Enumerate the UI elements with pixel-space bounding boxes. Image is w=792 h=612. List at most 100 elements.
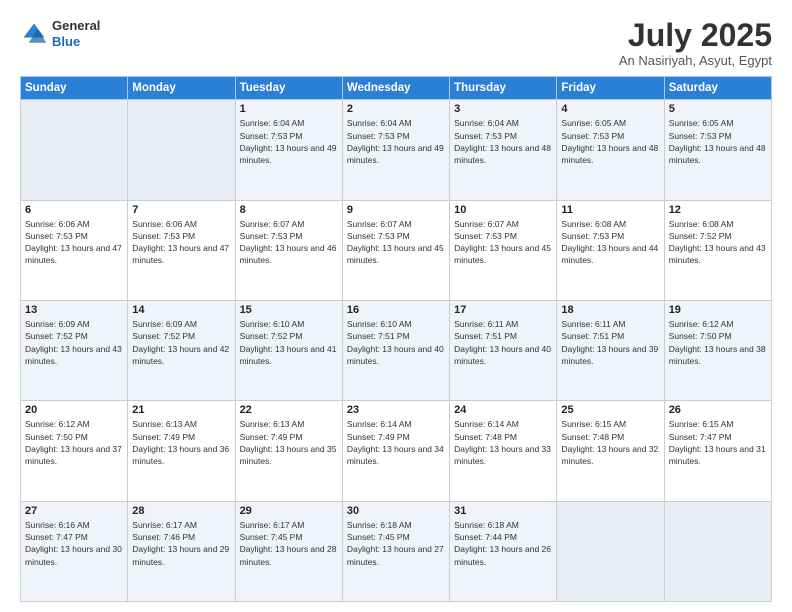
day-number: 3 bbox=[454, 103, 552, 115]
calendar-week-row: 1 Sunrise: 6:04 AMSunset: 7:53 PMDaylight… bbox=[21, 100, 772, 200]
calendar-day-cell: 20 Sunrise: 6:12 AMSunset: 7:50 PMDayligh… bbox=[21, 401, 128, 501]
calendar-day-cell: 4Sunrise: 6:05 AMSunset: 7:53 PMDaylight… bbox=[557, 100, 664, 200]
calendar-day-cell bbox=[21, 100, 128, 200]
calendar-day-cell: 31 Sunrise: 6:18 AMSunset: 7:44 PMDayligh… bbox=[450, 501, 557, 601]
header: General Blue July 2025 An Nasiriyah, Asy… bbox=[20, 18, 772, 68]
calendar-day-cell: 22 Sunrise: 6:13 AMSunset: 7:49 PMDayligh… bbox=[235, 401, 342, 501]
logo-icon bbox=[20, 20, 48, 48]
day-info: Sunrise: 6:08 AMSunset: 7:52 PMDaylight:… bbox=[669, 218, 767, 267]
day-number: 10 bbox=[454, 204, 552, 216]
calendar-week-row: 27 Sunrise: 6:16 AMSunset: 7:47 PMDayligh… bbox=[21, 501, 772, 601]
day-number: 2 bbox=[347, 103, 445, 115]
calendar-day-cell: 11 Sunrise: 6:08 AMSunset: 7:53 PMDayligh… bbox=[557, 200, 664, 300]
calendar-day-cell: 21 Sunrise: 6:13 AMSunset: 7:49 PMDayligh… bbox=[128, 401, 235, 501]
calendar-day-cell: 3 Sunrise: 6:04 AMSunset: 7:53 PMDaylight… bbox=[450, 100, 557, 200]
calendar-day-cell: 24Sunrise: 6:14 AMSunset: 7:48 PMDayligh… bbox=[450, 401, 557, 501]
weekday-header-cell: Monday bbox=[128, 77, 235, 100]
day-number: 20 bbox=[25, 404, 123, 416]
calendar-day-cell: 13 Sunrise: 6:09 AMSunset: 7:52 PMDayligh… bbox=[21, 300, 128, 400]
day-info: Sunrise: 6:11 AMSunset: 7:51 PMDaylight:… bbox=[561, 318, 659, 367]
day-number: 9 bbox=[347, 204, 445, 216]
day-number: 16 bbox=[347, 304, 445, 316]
logo-text: General Blue bbox=[52, 18, 100, 49]
calendar-week-row: 13 Sunrise: 6:09 AMSunset: 7:52 PMDayligh… bbox=[21, 300, 772, 400]
location-subtitle: An Nasiriyah, Asyut, Egypt bbox=[619, 53, 772, 68]
page: General Blue July 2025 An Nasiriyah, Asy… bbox=[0, 0, 792, 612]
day-number: 13 bbox=[25, 304, 123, 316]
weekday-header-cell: Friday bbox=[557, 77, 664, 100]
calendar-day-cell: 8Sunrise: 6:07 AMSunset: 7:53 PMDaylight… bbox=[235, 200, 342, 300]
day-info: Sunrise: 6:15 AMSunset: 7:48 PMDaylight:… bbox=[561, 418, 659, 467]
day-number: 21 bbox=[132, 404, 230, 416]
calendar-day-cell: 30Sunrise: 6:18 AMSunset: 7:45 PMDayligh… bbox=[342, 501, 449, 601]
calendar-day-cell: 5 Sunrise: 6:05 AMSunset: 7:53 PMDaylight… bbox=[664, 100, 771, 200]
calendar-day-cell: 10Sunrise: 6:07 AMSunset: 7:53 PMDayligh… bbox=[450, 200, 557, 300]
day-info: Sunrise: 6:04 AMSunset: 7:53 PMDaylight:… bbox=[347, 117, 445, 166]
weekday-header-cell: Wednesday bbox=[342, 77, 449, 100]
day-number: 12 bbox=[669, 204, 767, 216]
day-number: 25 bbox=[561, 404, 659, 416]
day-info: Sunrise: 6:16 AMSunset: 7:47 PMDaylight:… bbox=[25, 519, 123, 568]
day-info: Sunrise: 6:07 AMSunset: 7:53 PMDaylight:… bbox=[347, 218, 445, 267]
day-info: Sunrise: 6:08 AMSunset: 7:53 PMDaylight:… bbox=[561, 218, 659, 267]
calendar-table: SundayMondayTuesdayWednesdayThursdayFrid… bbox=[20, 76, 772, 602]
day-number: 29 bbox=[240, 505, 338, 517]
calendar-day-cell: 26Sunrise: 6:15 AMSunset: 7:47 PMDayligh… bbox=[664, 401, 771, 501]
calendar-day-cell: 27 Sunrise: 6:16 AMSunset: 7:47 PMDayligh… bbox=[21, 501, 128, 601]
day-number: 23 bbox=[347, 404, 445, 416]
logo: General Blue bbox=[20, 18, 100, 49]
calendar-day-cell: 15 Sunrise: 6:10 AMSunset: 7:52 PMDayligh… bbox=[235, 300, 342, 400]
weekday-header-cell: Thursday bbox=[450, 77, 557, 100]
weekday-header-cell: Sunday bbox=[21, 77, 128, 100]
day-number: 11 bbox=[561, 204, 659, 216]
day-number: 22 bbox=[240, 404, 338, 416]
day-info: Sunrise: 6:04 AMSunset: 7:53 PMDaylight:… bbox=[454, 117, 552, 166]
day-info: Sunrise: 6:09 AMSunset: 7:52 PMDaylight:… bbox=[132, 318, 230, 367]
calendar-day-cell bbox=[557, 501, 664, 601]
calendar-day-cell: 12 Sunrise: 6:08 AMSunset: 7:52 PMDayligh… bbox=[664, 200, 771, 300]
calendar-day-cell: 25 Sunrise: 6:15 AMSunset: 7:48 PMDayligh… bbox=[557, 401, 664, 501]
day-info: Sunrise: 6:12 AMSunset: 7:50 PMDaylight:… bbox=[669, 318, 767, 367]
calendar-day-cell: 19 Sunrise: 6:12 AMSunset: 7:50 PMDayligh… bbox=[664, 300, 771, 400]
day-number: 14 bbox=[132, 304, 230, 316]
calendar-day-cell: 29 Sunrise: 6:17 AMSunset: 7:45 PMDayligh… bbox=[235, 501, 342, 601]
day-info: Sunrise: 6:06 AMSunset: 7:53 PMDaylight:… bbox=[132, 218, 230, 267]
day-number: 7 bbox=[132, 204, 230, 216]
day-info: Sunrise: 6:17 AMSunset: 7:45 PMDaylight:… bbox=[240, 519, 338, 568]
calendar-day-cell bbox=[128, 100, 235, 200]
day-info: Sunrise: 6:12 AMSunset: 7:50 PMDaylight:… bbox=[25, 418, 123, 467]
day-info: Sunrise: 6:04 AMSunset: 7:53 PMDaylight:… bbox=[240, 117, 338, 166]
day-info: Sunrise: 6:10 AMSunset: 7:52 PMDaylight:… bbox=[240, 318, 338, 367]
day-number: 17 bbox=[454, 304, 552, 316]
day-number: 4 bbox=[561, 103, 659, 115]
calendar-day-cell: 17 Sunrise: 6:11 AMSunset: 7:51 PMDayligh… bbox=[450, 300, 557, 400]
calendar-week-row: 6 Sunrise: 6:06 AMSunset: 7:53 PMDaylight… bbox=[21, 200, 772, 300]
day-info: Sunrise: 6:05 AMSunset: 7:53 PMDaylight:… bbox=[669, 117, 767, 166]
day-info: Sunrise: 6:18 AMSunset: 7:44 PMDaylight:… bbox=[454, 519, 552, 568]
calendar-day-cell: 28Sunrise: 6:17 AMSunset: 7:46 PMDayligh… bbox=[128, 501, 235, 601]
day-number: 24 bbox=[454, 404, 552, 416]
day-number: 5 bbox=[669, 103, 767, 115]
day-info: Sunrise: 6:18 AMSunset: 7:45 PMDaylight:… bbox=[347, 519, 445, 568]
day-number: 8 bbox=[240, 204, 338, 216]
day-number: 31 bbox=[454, 505, 552, 517]
month-title: July 2025 bbox=[619, 18, 772, 53]
calendar-day-cell: 23Sunrise: 6:14 AMSunset: 7:49 PMDayligh… bbox=[342, 401, 449, 501]
day-info: Sunrise: 6:09 AMSunset: 7:52 PMDaylight:… bbox=[25, 318, 123, 367]
calendar-day-cell: 14 Sunrise: 6:09 AMSunset: 7:52 PMDayligh… bbox=[128, 300, 235, 400]
day-number: 26 bbox=[669, 404, 767, 416]
day-number: 15 bbox=[240, 304, 338, 316]
day-info: Sunrise: 6:13 AMSunset: 7:49 PMDaylight:… bbox=[132, 418, 230, 467]
day-number: 27 bbox=[25, 505, 123, 517]
calendar-day-cell: 9 Sunrise: 6:07 AMSunset: 7:53 PMDaylight… bbox=[342, 200, 449, 300]
day-info: Sunrise: 6:10 AMSunset: 7:51 PMDaylight:… bbox=[347, 318, 445, 367]
day-info: Sunrise: 6:13 AMSunset: 7:49 PMDaylight:… bbox=[240, 418, 338, 467]
day-number: 1 bbox=[240, 103, 338, 115]
day-info: Sunrise: 6:11 AMSunset: 7:51 PMDaylight:… bbox=[454, 318, 552, 367]
day-number: 19 bbox=[669, 304, 767, 316]
calendar-day-cell: 16 Sunrise: 6:10 AMSunset: 7:51 PMDayligh… bbox=[342, 300, 449, 400]
day-info: Sunrise: 6:06 AMSunset: 7:53 PMDaylight:… bbox=[25, 218, 123, 267]
calendar-day-cell: 7 Sunrise: 6:06 AMSunset: 7:53 PMDaylight… bbox=[128, 200, 235, 300]
day-number: 6 bbox=[25, 204, 123, 216]
calendar-day-cell: 6 Sunrise: 6:06 AMSunset: 7:53 PMDaylight… bbox=[21, 200, 128, 300]
